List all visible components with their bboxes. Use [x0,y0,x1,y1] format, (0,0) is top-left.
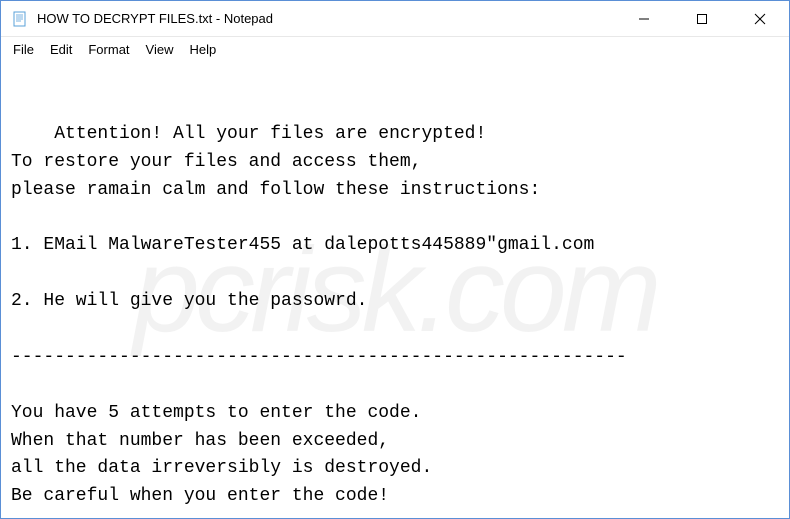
window-controls [615,1,789,36]
menu-help[interactable]: Help [181,40,224,59]
menu-view[interactable]: View [138,40,182,59]
notepad-icon [11,10,29,28]
minimize-button[interactable] [615,1,673,36]
titlebar[interactable]: HOW TO DECRYPT FILES.txt - Notepad [1,1,789,37]
text-area[interactable]: pcrisk.com Attention! All your files are… [1,61,789,518]
menu-file[interactable]: File [5,40,42,59]
notepad-window: HOW TO DECRYPT FILES.txt - Notepad File … [0,0,790,519]
window-title: HOW TO DECRYPT FILES.txt - Notepad [37,11,615,26]
maximize-button[interactable] [673,1,731,36]
document-text: Attention! All your files are encrypted!… [11,124,627,518]
menu-format[interactable]: Format [80,40,137,59]
menubar: File Edit Format View Help [1,37,789,61]
close-button[interactable] [731,1,789,36]
menu-edit[interactable]: Edit [42,40,80,59]
